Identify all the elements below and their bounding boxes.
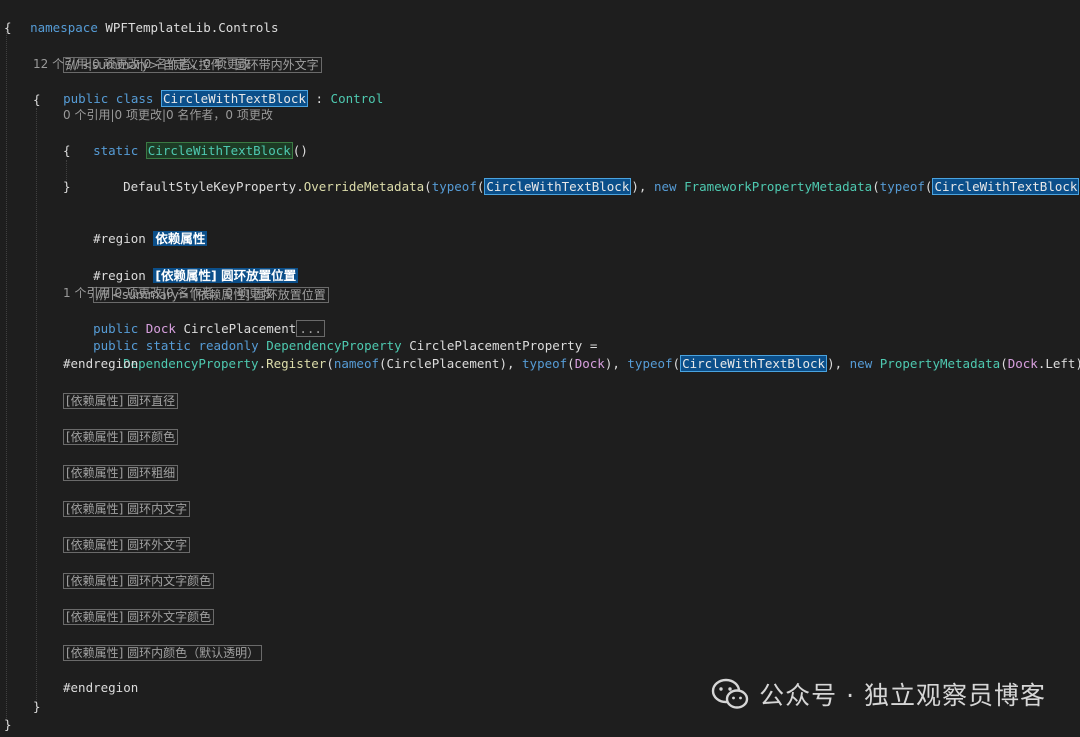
class-name-highlight[interactable]: CircleWithTextBlock: [160, 90, 308, 107]
paren-comma: ),: [631, 179, 654, 194]
watermark: 公众号 · 独立观察员博客: [711, 676, 1046, 712]
endregion-line: #endregion: [63, 680, 139, 695]
brace-open: {: [4, 20, 12, 35]
collapsed-region-label[interactable]: [依赖属性] 圆环外文字: [63, 537, 191, 553]
brace-close: }: [4, 717, 12, 732]
paren-comma: ),: [604, 356, 628, 371]
dsk-property: DefaultStyleKeyProperty.: [123, 179, 304, 194]
paren: (: [326, 356, 334, 371]
keyword-typeof: typeof: [522, 356, 568, 371]
indent-guide: [6, 28, 7, 718]
register-fn[interactable]: Register: [266, 356, 326, 371]
nameof-arg: CirclePlacement: [386, 356, 500, 371]
codelens-prop[interactable]: 1 个引用|0 项更改|0 名作者，0 项更改: [63, 284, 273, 302]
dock-type[interactable]: Dock: [575, 356, 605, 371]
brace-close: }: [63, 179, 71, 194]
paren: (: [424, 179, 432, 194]
collapsed-region-label[interactable]: [依赖属性] 圆环内颜色（默认透明）: [63, 645, 263, 661]
namespace-line: namespace WPFTemplateLib.Controls: [0, 1, 278, 35]
collapsed-region-label[interactable]: [依赖属性] 圆环颜色: [63, 429, 179, 445]
codelens-class[interactable]: 12 个引用|0 项更改|0 名作者，0 项更改: [33, 55, 251, 73]
collapsed-region[interactable]: [依赖属性] 圆环外文字: [63, 536, 191, 554]
dp-type[interactable]: DependencyProperty: [123, 356, 258, 371]
dp-field-declaration: public static readonly DependencyPropert…: [63, 319, 597, 353]
collapsed-region[interactable]: [依赖属性] 圆环直径: [63, 392, 179, 410]
collapsed-region[interactable]: [依赖属性] 圆环外文字颜色: [63, 608, 215, 626]
collapsed-region-label[interactable]: [依赖属性] 圆环外文字颜色: [63, 609, 215, 625]
paren: (: [872, 179, 880, 194]
region-title[interactable]: 依赖属性: [153, 231, 208, 246]
collapsed-region[interactable]: [依赖属性] 圆环内颜色（默认透明）: [63, 644, 263, 662]
override-fn[interactable]: OverrideMetadata: [304, 179, 424, 194]
class-ref-highlight[interactable]: CircleWithTextBlock: [680, 355, 828, 372]
region-dependency-props[interactable]: #region 依赖属性: [63, 212, 208, 246]
keyword-static: static: [93, 143, 139, 158]
paren: (: [567, 356, 575, 371]
keyword-nameof: nameof: [333, 356, 380, 371]
keyword-typeof: typeof: [627, 356, 673, 371]
namespace-name: WPFTemplateLib.Controls: [105, 20, 279, 35]
keyword-new: new: [849, 356, 873, 371]
keyword-typeof: typeof: [431, 179, 477, 194]
codelens-ctor[interactable]: 0 个引用|0 项更改|0 名作者，0 项更改: [63, 106, 273, 124]
dock-type[interactable]: Dock: [1008, 356, 1038, 371]
keyword-new: new: [653, 179, 677, 194]
collapsed-region-label[interactable]: [依赖属性] 圆环粗细: [63, 465, 179, 481]
collapsed-region[interactable]: [依赖属性] 圆环内文字颜色: [63, 572, 215, 590]
keyword-typeof: typeof: [879, 179, 925, 194]
keyword-public: public: [63, 91, 109, 106]
colon: :: [307, 91, 331, 106]
paren: (: [1000, 356, 1008, 371]
paren: (: [379, 356, 387, 371]
brace-open: {: [33, 92, 41, 107]
collapsed-region-label[interactable]: [依赖属性] 圆环内文字: [63, 501, 191, 517]
region-circle-placement[interactable]: #region [依赖属性] 圆环放置位置: [63, 249, 299, 283]
endregion-line: #endregion: [63, 356, 139, 371]
collapsed-region[interactable]: [依赖属性] 圆环粗细: [63, 464, 179, 482]
keyword-namespace: namespace: [30, 20, 98, 35]
base-class[interactable]: Control: [331, 91, 384, 106]
collapsed-region-label[interactable]: [依赖属性] 圆环直径: [63, 393, 179, 409]
brace-close: }: [33, 699, 41, 714]
region-keyword: #region: [93, 231, 146, 246]
ctor-declaration: static CircleWithTextBlock(): [63, 124, 308, 159]
indent-guide: [36, 108, 37, 708]
class-declaration: public class CircleWithTextBlock : Contr…: [33, 72, 383, 107]
class-ref-highlight[interactable]: CircleWithTextBlock: [932, 178, 1080, 195]
keyword-class: class: [115, 91, 154, 106]
dock-left: Left: [1045, 356, 1076, 371]
brace-open: {: [63, 143, 71, 158]
paren: (: [672, 356, 681, 371]
collapsed-region[interactable]: [依赖属性] 圆环颜色: [63, 428, 179, 446]
class-summary-comment[interactable]: /// <summary> 自定义控件：圆环带内外文字: [33, 38, 322, 73]
property-declaration: public Dock CirclePlacement...: [63, 302, 325, 337]
paren-comma: ),: [827, 356, 850, 371]
fpm-type[interactable]: FrameworkPropertyMetadata: [684, 179, 872, 194]
paren-comma: ),: [499, 356, 523, 371]
override-metadata-line: DefaultStyleKeyProperty.OverrideMetadata…: [93, 160, 1080, 195]
watermark-text: 公众号 · 独立观察员博客: [759, 681, 1046, 710]
ctor-name[interactable]: CircleWithTextBlock: [145, 142, 293, 159]
parens: (): [292, 143, 308, 158]
collapsed-region-label[interactable]: [依赖属性] 圆环内文字颜色: [63, 573, 215, 589]
pm-type[interactable]: PropertyMetadata: [880, 356, 1000, 371]
register-line: DependencyProperty.Register(nameof(Circl…: [123, 355, 1080, 372]
collapsed-region[interactable]: [依赖属性] 圆环内文字: [63, 500, 191, 518]
wechat-icon: [711, 678, 749, 709]
class-ref-highlight[interactable]: CircleWithTextBlock: [484, 178, 632, 195]
